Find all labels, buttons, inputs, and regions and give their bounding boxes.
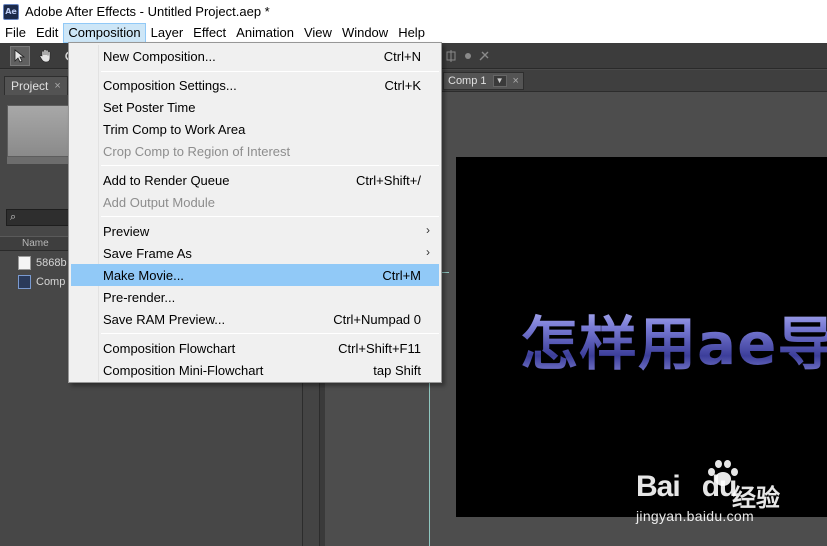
- menu-layer[interactable]: Layer: [146, 23, 189, 43]
- canvas-text-layer: 怎样用ae导: [520, 297, 827, 381]
- title-bar: Ae Adobe After Effects - Untitled Projec…: [0, 0, 827, 23]
- menu-effect[interactable]: Effect: [188, 23, 231, 43]
- selection-tool-icon[interactable]: [10, 46, 30, 66]
- comp-tab-label: Comp 1: [448, 75, 487, 87]
- search-icon: ⌕: [10, 211, 17, 223]
- menu-item-preview[interactable]: Preview ›: [71, 220, 439, 242]
- menu-view[interactable]: View: [299, 23, 337, 43]
- menu-item-add-output-module: Add Output Module: [103, 194, 216, 210]
- menu-item-set-poster-time[interactable]: Set Poster Time: [71, 96, 439, 118]
- menu-item-new-composition[interactable]: New Composition... Ctrl+N: [71, 45, 439, 67]
- menu-item-composition-settings[interactable]: Composition Settings... Ctrl+K: [71, 74, 439, 96]
- baidu-watermark: Bai du 经验 jingyan.baidu.com: [636, 456, 816, 528]
- project-item-label: Comp: [36, 275, 66, 288]
- menu-composition[interactable]: Composition: [63, 23, 146, 43]
- menu-separator: [101, 71, 439, 72]
- hand-tool-icon[interactable]: [36, 46, 56, 66]
- menu-animation[interactable]: Animation: [231, 23, 299, 43]
- menu-item-pre-render[interactable]: Pre-render...: [71, 286, 439, 308]
- menu-item-make-movie[interactable]: Make Movie... Ctrl+M: [71, 264, 439, 286]
- thumbnail-info-bar: [7, 157, 71, 164]
- project-thumbnail: [7, 105, 71, 157]
- after-effects-app-icon: Ae: [3, 3, 19, 20]
- menu-edit[interactable]: Edit: [31, 23, 63, 43]
- file-icon: [18, 255, 31, 270]
- close-icon[interactable]: ×: [513, 73, 519, 89]
- project-item-label: 5868b: [36, 256, 67, 269]
- tab-comp-1[interactable]: Comp 1 ▼ ×: [443, 72, 524, 90]
- tab-project[interactable]: Project ×: [4, 76, 68, 95]
- chevron-down-icon[interactable]: ▼: [492, 75, 507, 87]
- toolbar-pin-icon[interactable]: [474, 46, 494, 66]
- column-name-header[interactable]: Name: [22, 238, 49, 249]
- project-tab-label: Project: [11, 79, 49, 93]
- menu-item-trim-comp[interactable]: Trim Comp to Work Area: [71, 118, 439, 140]
- chevron-right-icon: ›: [426, 245, 430, 259]
- menu-item-composition-flowchart[interactable]: Composition Flowchart Ctrl+Shift+F11: [71, 337, 439, 359]
- close-icon[interactable]: ×: [54, 77, 60, 95]
- chevron-right-icon: ›: [426, 223, 430, 237]
- window-title: Adobe After Effects - Untitled Project.a…: [25, 4, 270, 19]
- composition-icon: [18, 274, 31, 289]
- menu-item-save-frame-as[interactable]: Save Frame As ›: [71, 242, 439, 264]
- menu-file[interactable]: File: [0, 23, 31, 43]
- watermark-url: jingyan.baidu.com: [636, 508, 754, 524]
- menu-item-save-ram-preview[interactable]: Save RAM Preview... Ctrl+Numpad 0: [71, 308, 439, 330]
- composition-menu-dropdown: New Composition... Ctrl+N Composition Se…: [68, 42, 442, 383]
- menu-separator: [101, 333, 439, 334]
- project-search-input[interactable]: ⌕: [6, 209, 70, 226]
- menu-bar: File Edit Composition Layer Effect Anima…: [0, 23, 827, 43]
- menu-separator: [101, 165, 439, 166]
- menu-item-add-to-render-queue[interactable]: Add to Render Queue Ctrl+Shift+/: [71, 169, 439, 191]
- menu-item-composition-mini-flowchart[interactable]: Composition Mini-Flowchart tap Shift: [71, 359, 439, 381]
- menu-item-crop-comp: Crop Comp to Region of Interest: [103, 143, 291, 159]
- menu-help[interactable]: Help: [393, 23, 430, 43]
- menu-separator: [101, 216, 439, 217]
- menu-window[interactable]: Window: [337, 23, 393, 43]
